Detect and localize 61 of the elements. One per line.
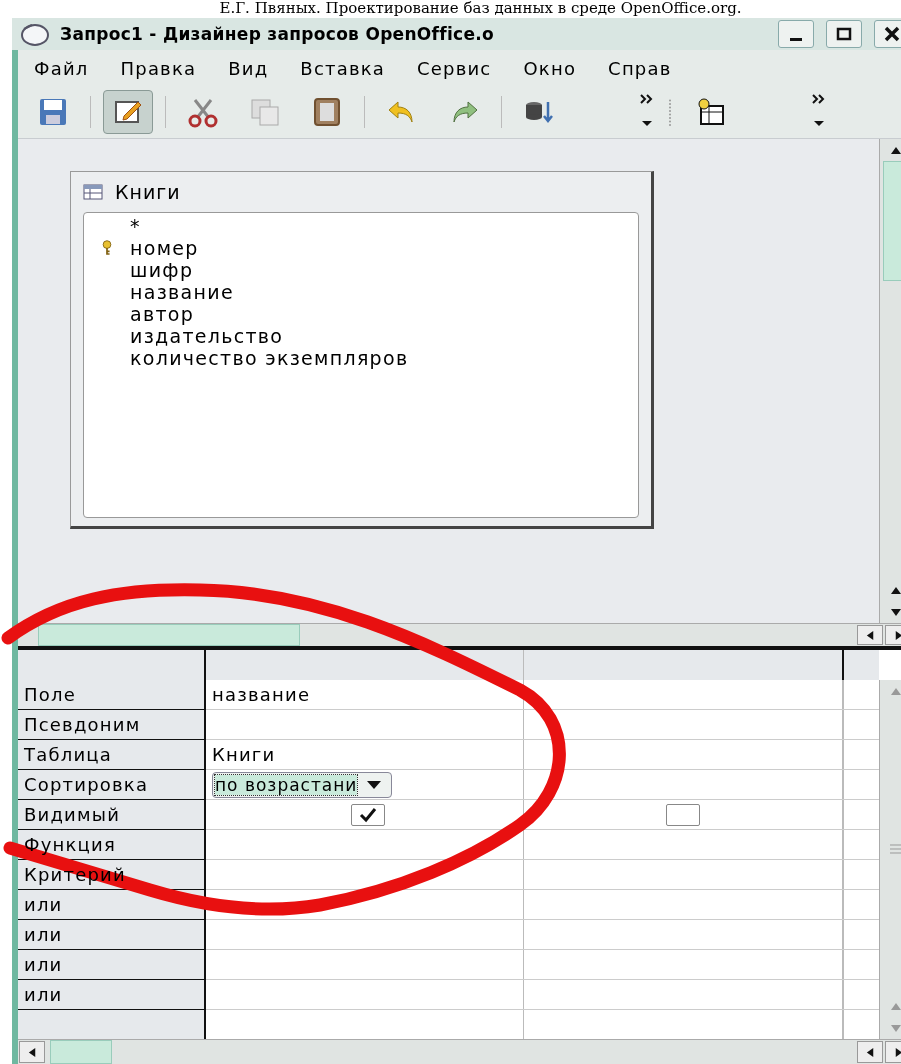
field-name[interactable]: количество экземпляров bbox=[130, 347, 409, 369]
down-arrow-icon bbox=[890, 1022, 901, 1034]
grip-lines-icon bbox=[890, 843, 901, 854]
horizontal-scrollbar[interactable] bbox=[18, 623, 901, 646]
close-icon bbox=[882, 24, 901, 44]
field-name[interactable]: название bbox=[130, 281, 234, 303]
row-label: Таблица bbox=[24, 744, 112, 765]
scroll-thumb[interactable] bbox=[50, 1040, 112, 1064]
dropdown-arrow-icon bbox=[367, 780, 382, 789]
check-icon bbox=[357, 805, 378, 824]
copy-icon bbox=[249, 96, 281, 128]
scroll-thumb[interactable] bbox=[38, 624, 300, 646]
row-label: или bbox=[24, 954, 63, 975]
left-arrow-icon bbox=[26, 1046, 38, 1058]
add-table-icon bbox=[695, 96, 727, 128]
clipboard-icon bbox=[311, 96, 343, 128]
row-label: Поле bbox=[24, 684, 76, 705]
scissors-icon bbox=[187, 96, 219, 128]
field-name[interactable]: издательство bbox=[130, 325, 284, 347]
row-label: Псевдоним bbox=[24, 714, 141, 735]
scroll-left-button[interactable] bbox=[19, 1041, 45, 1063]
window-title: Запрос1 - Дизайнер запросов OpenOffice.o bbox=[60, 24, 496, 44]
visible-checkbox[interactable] bbox=[666, 803, 700, 826]
close-button[interactable] bbox=[874, 20, 901, 48]
menu-item[interactable]: Справ bbox=[608, 57, 672, 79]
menu-item[interactable]: Вставка bbox=[300, 57, 385, 79]
scroll-left-button[interactable] bbox=[857, 1041, 883, 1063]
left-arrow-icon bbox=[864, 629, 876, 641]
row-label: или bbox=[24, 924, 63, 945]
field-name[interactable]: автор bbox=[130, 303, 195, 325]
field-name[interactable]: шифр bbox=[130, 259, 194, 281]
edit-button[interactable] bbox=[103, 90, 153, 134]
scroll-left-button[interactable] bbox=[857, 625, 883, 645]
row-label: Видимый bbox=[24, 804, 121, 825]
left-arrow-icon bbox=[864, 1046, 876, 1058]
sort-dropdown[interactable]: по возрастани bbox=[212, 771, 393, 798]
menu-item[interactable]: Правка bbox=[120, 57, 197, 79]
row-label: или bbox=[24, 894, 63, 915]
table-icon bbox=[83, 184, 103, 200]
maximize-button[interactable] bbox=[826, 20, 862, 48]
toolbar-grip-icon[interactable] bbox=[666, 97, 674, 127]
menu-item[interactable]: Окно bbox=[523, 57, 577, 79]
menu-item[interactable]: Вид bbox=[228, 57, 269, 79]
field-name[interactable]: * bbox=[130, 215, 141, 237]
menu-item[interactable]: Сервис bbox=[417, 57, 492, 79]
down-arrow-icon bbox=[890, 606, 901, 618]
minimize-button[interactable] bbox=[778, 20, 814, 48]
minimize-icon bbox=[790, 37, 802, 41]
row-label: Функция bbox=[24, 834, 116, 855]
horizontal-scrollbar[interactable] bbox=[18, 1039, 901, 1064]
row-label: Сортировка bbox=[24, 774, 149, 795]
page-caption: Е.Г. Пвяных. Проектирование баз данных в среде OpenOffice.org. bbox=[218, 0, 743, 17]
table-title: Книги bbox=[115, 181, 181, 203]
table-window[interactable]: Книги * номер шифр название автор издательство количество экземпляров bbox=[70, 171, 654, 529]
menu-item[interactable]: Файл bbox=[34, 57, 89, 79]
table-cell: название bbox=[212, 684, 311, 705]
app-icon bbox=[20, 21, 50, 47]
table-cell: Книги bbox=[212, 744, 276, 765]
row-label: или bbox=[24, 984, 63, 1005]
visible-checkbox[interactable] bbox=[350, 803, 385, 826]
field-name[interactable]: номер bbox=[130, 237, 199, 259]
